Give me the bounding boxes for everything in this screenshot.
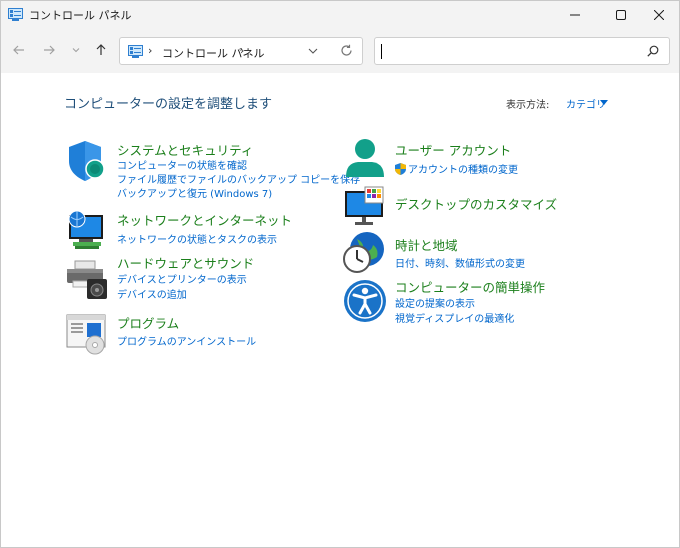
category-title-clock-region[interactable]: 時計と地域 (395, 235, 458, 254)
accessibility-icon[interactable] (343, 279, 387, 323)
category-title-user-accounts[interactable]: ユーザー アカウント (395, 140, 511, 159)
category-title-network-internet[interactable]: ネットワークとインターネット (117, 210, 292, 229)
link-change-account-type[interactable]: アカウントの種類の変更 (395, 161, 518, 176)
category-title-ease-of-access[interactable]: コンピューターの簡単操作 (395, 277, 545, 296)
forward-button[interactable] (40, 41, 58, 59)
link-change-account-type-label[interactable]: アカウントの種類の変更 (408, 165, 518, 176)
programs-icon[interactable] (65, 311, 109, 355)
page-title: コンピューターの設定を調整します (64, 97, 273, 112)
breadcrumb-separator[interactable]: › (148, 44, 152, 57)
navigation-bar: › コントロール パネル › (1, 29, 679, 73)
category-title-desktop-customization[interactable]: デスクトップのカスタマイズ (395, 194, 557, 213)
main-content: コンピューターの設定を調整します 表示方法: カテゴリ システムとセキュリティ … (1, 73, 679, 547)
control-panel-icon (8, 8, 23, 21)
minimize-button[interactable] (553, 1, 597, 29)
link-optimize-visual-display[interactable]: 視覚ディスプレイの最適化 (395, 310, 514, 325)
breadcrumb-separator[interactable]: › (240, 44, 244, 57)
view-by-label: 表示方法: (506, 100, 550, 111)
chevron-down-icon[interactable] (600, 100, 608, 106)
chevron-down-icon[interactable] (308, 46, 318, 56)
link-file-history[interactable]: ファイル履歴でファイルのバックアップ コピーを保存 (117, 171, 360, 186)
minimize-icon (570, 14, 580, 16)
up-button[interactable] (92, 41, 110, 59)
user-icon[interactable] (343, 137, 387, 181)
title-bar: コントロール パネル (1, 1, 679, 29)
recent-locations-button[interactable] (67, 41, 85, 59)
forward-arrow-icon (44, 45, 55, 55)
category-title-hardware-sound[interactable]: ハードウェアとサウンド (117, 253, 254, 272)
back-button[interactable] (10, 41, 28, 59)
link-uninstall-program[interactable]: プログラムのアンインストール (117, 333, 256, 348)
refresh-icon[interactable] (340, 44, 353, 57)
network-icon[interactable] (65, 209, 109, 253)
link-backup-restore[interactable]: バックアップと復元 (Windows 7) (117, 185, 272, 200)
link-devices-printers[interactable]: デバイスとプリンターの表示 (117, 271, 247, 286)
category-title-programs[interactable]: プログラム (117, 313, 179, 332)
text-caret (381, 44, 382, 59)
back-arrow-icon (13, 45, 24, 55)
close-icon (654, 10, 664, 20)
link-add-device[interactable]: デバイスの追加 (117, 286, 187, 301)
maximize-icon (616, 10, 626, 20)
link-settings-suggestions[interactable]: 設定の提案の表示 (395, 295, 475, 310)
link-date-time-format[interactable]: 日付、時刻、数値形式の変更 (395, 255, 525, 270)
window-title: コントロール パネル (29, 9, 132, 22)
breadcrumb-control-panel[interactable]: コントロール パネル (162, 45, 265, 61)
link-check-status[interactable]: コンピューターの状態を確認 (117, 157, 247, 172)
search-box[interactable] (374, 37, 670, 65)
printer-icon[interactable] (65, 257, 109, 301)
chevron-down-icon (72, 48, 80, 53)
control-panel-window: コントロール パネル › コントロール パネル › コンピューターの設定を調整し… (0, 0, 680, 548)
address-bar[interactable]: › コントロール パネル › (119, 37, 363, 65)
desktop-icon[interactable] (343, 185, 387, 229)
uac-shield-icon (395, 163, 406, 175)
shield-icon[interactable] (65, 139, 109, 183)
clock-globe-icon[interactable] (343, 231, 387, 275)
link-network-status[interactable]: ネットワークの状態とタスクの表示 (117, 231, 277, 246)
control-panel-icon (128, 45, 143, 58)
up-arrow-icon (96, 44, 106, 55)
close-button[interactable] (637, 1, 680, 29)
search-icon[interactable] (647, 45, 659, 57)
